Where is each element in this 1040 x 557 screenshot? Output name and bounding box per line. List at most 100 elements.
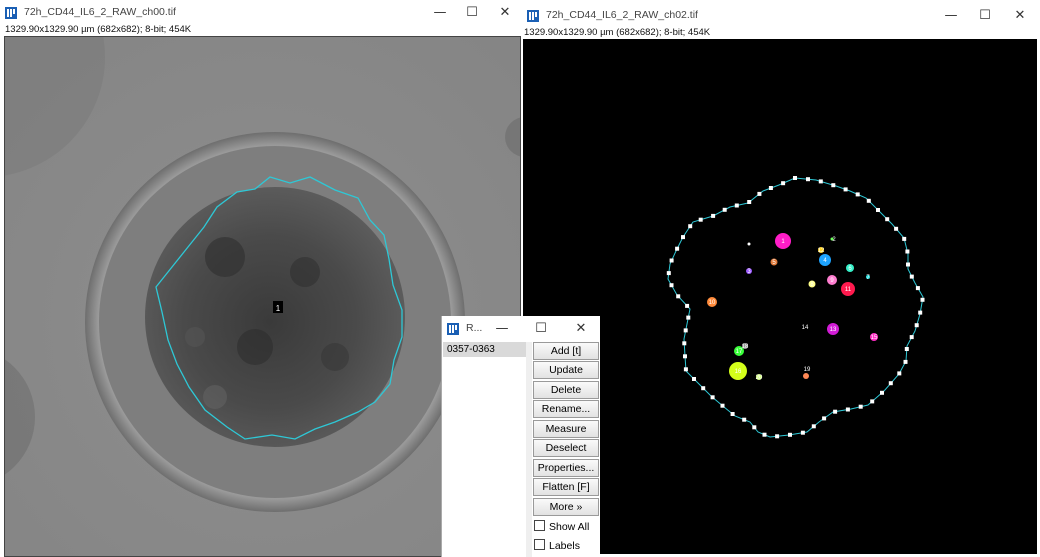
show-all-checkbox[interactable]: Show All (534, 519, 600, 535)
roi-handle (858, 404, 863, 409)
roi-handle (888, 381, 893, 386)
roi-handle (686, 315, 691, 320)
roi-handle (698, 217, 703, 222)
roi-handle (811, 424, 816, 429)
roi-handle (730, 412, 735, 416)
roi-handle (683, 354, 687, 359)
roi-handle (903, 359, 908, 364)
roi-handle (720, 403, 725, 408)
roi-handle (906, 262, 910, 267)
roi-handle (818, 179, 823, 184)
roi-handle (683, 328, 688, 333)
roi-handle (692, 377, 696, 381)
cell-label: 16 (735, 369, 742, 375)
imagej-icon (447, 323, 459, 335)
roi-handle (669, 258, 674, 263)
roi-handle (885, 217, 890, 222)
roi-manager-window[interactable]: R... — ☐ ✕ 0357-0363 Add [t] Update Dele… (441, 316, 600, 557)
roi-handle (831, 183, 836, 188)
roi-handle (915, 286, 920, 291)
close-button[interactable]: ✕ (565, 316, 597, 342)
measure-button[interactable]: Measure (533, 420, 599, 438)
roi-handle (843, 187, 848, 192)
roi-handle (800, 430, 805, 435)
roi-handle (682, 341, 687, 346)
imagej-icon (5, 7, 17, 19)
roi-handle (681, 235, 685, 240)
image-canvas[interactable]: 1 2 3 4 5 6 7 8 9 10 11 12 13 14 15 16 1… (523, 39, 1037, 554)
roi-list[interactable] (442, 342, 526, 557)
roi-handle (710, 395, 715, 400)
cell-label: 14 (802, 325, 809, 331)
cell-label: 13 (830, 327, 837, 333)
roi-handle (909, 335, 914, 340)
more-button[interactable]: More » (533, 498, 599, 516)
checkbox-box[interactable] (534, 520, 545, 531)
fluorescence-image: 1 2 3 4 5 6 7 8 9 10 11 12 13 14 15 16 1… (523, 39, 1037, 554)
checkbox-label: Show All (549, 521, 590, 533)
roi-handle (734, 203, 739, 208)
maximize-button[interactable]: ☐ (525, 316, 557, 342)
roi-handle (897, 371, 902, 376)
roi-handle (676, 294, 681, 299)
maximize-button[interactable]: ☐ (456, 0, 488, 26)
roi-list-item[interactable]: 0357-0363 (443, 342, 527, 357)
roi-handle (781, 181, 786, 186)
close-button[interactable]: ✕ (489, 0, 521, 26)
titlebar[interactable]: 72h_CD44_IL6_2_RAW_ch00.tif — ☐ ✕ (0, 0, 521, 26)
minimize-button[interactable]: — (935, 3, 967, 29)
rename-button[interactable]: Rename... (533, 400, 599, 418)
roi-handle (742, 417, 747, 422)
roi-handle (845, 407, 850, 412)
labels-checkbox[interactable]: Labels (534, 538, 600, 554)
roi-handle (833, 409, 838, 414)
maximize-button[interactable]: ☐ (969, 3, 1001, 29)
minimize-button[interactable]: — (424, 0, 456, 26)
cell-label: 15 (871, 335, 878, 341)
cell-label: 18 (742, 344, 749, 350)
roi-handle (752, 425, 757, 430)
roi-label: 1 (276, 304, 281, 313)
image-info: 1329.90x1329.90 µm (682x682); 8-bit; 454… (5, 24, 192, 35)
window-title: 72h_CD44_IL6_2_RAW_ch00.tif (24, 6, 176, 18)
titlebar[interactable]: R... — ☐ ✕ (442, 316, 600, 342)
roi-handle (920, 297, 925, 302)
roi-handle (683, 367, 688, 372)
roi-handle (775, 434, 780, 439)
flatten-button[interactable]: Flatten [F] (533, 478, 599, 496)
window-title: R... (466, 322, 483, 334)
roi-handle (904, 347, 909, 351)
titlebar[interactable]: 72h_CD44_IL6_2_RAW_ch02.tif — ☐ ✕ (522, 3, 1040, 29)
roi-handle (675, 246, 680, 251)
roi-handle (747, 200, 752, 204)
add-button[interactable]: Add [t] (533, 342, 599, 360)
roi-handle (711, 213, 716, 218)
roi-handle (806, 177, 810, 182)
minimize-button[interactable]: — (486, 316, 518, 342)
roi-handle (722, 207, 727, 212)
list-scrollbar[interactable] (526, 342, 532, 557)
roi-handle (870, 399, 875, 404)
checkbox-box[interactable] (534, 539, 545, 550)
roi-handle (701, 386, 706, 391)
imagej-icon (527, 10, 539, 22)
roi-handle (822, 416, 827, 421)
roi-handle (855, 192, 860, 197)
cell-label: 19 (804, 367, 811, 373)
roi-handle (666, 271, 671, 276)
roi-handle (866, 198, 871, 203)
close-button[interactable]: ✕ (1004, 3, 1036, 29)
roi-handle (685, 303, 690, 308)
deselect-button[interactable]: Deselect (533, 439, 599, 457)
roi-handle (894, 226, 899, 231)
update-button[interactable]: Update (533, 361, 599, 379)
properties-button[interactable]: Properties... (533, 459, 599, 477)
roi-handle (788, 432, 792, 437)
delete-button[interactable]: Delete (533, 381, 599, 399)
roi-handle (768, 186, 773, 190)
cell-label: 20 (756, 375, 763, 381)
roi-handle (905, 249, 910, 254)
image-info: 1329.90x1329.90 µm (682x682); 8-bit; 454… (524, 27, 711, 38)
roi-handle (669, 283, 674, 288)
roi-handle (909, 274, 914, 279)
